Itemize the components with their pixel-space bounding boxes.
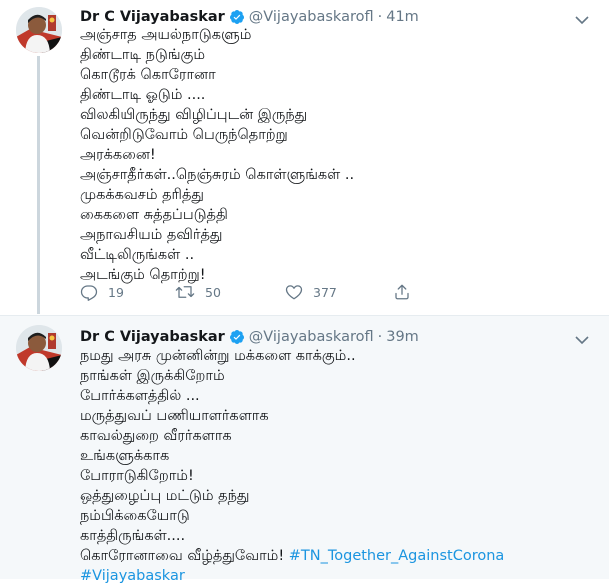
tweet-text-line: நாங்கள் இருக்கிறோம் <box>80 368 225 384</box>
timestamp[interactable]: 41m <box>386 9 419 25</box>
author-name[interactable]: Dr C Vijayabaskar <box>80 329 225 345</box>
reply-count: 19 <box>108 284 124 300</box>
reply-button[interactable]: 19 <box>80 283 175 301</box>
retweet-icon <box>175 283 195 301</box>
tweet[interactable]: Dr C Vijayabaskar @Vijayabaskarofl · 41m… <box>0 0 609 316</box>
reply-icon <box>80 283 98 301</box>
like-count: 377 <box>313 284 337 300</box>
tweet-text-line: போர்க்களத்தில் ... <box>80 388 200 404</box>
author-handle[interactable]: @Vijayabaskarofl <box>249 329 374 345</box>
tweet-text-line: காத்திருங்கள்.... <box>80 528 186 544</box>
tweet-text-line: அஞ்சாத அயல்நாடுகளும் <box>80 27 252 43</box>
retweet-button[interactable]: 50 <box>175 283 285 301</box>
tweet-text-line: மருத்துவப் பணியாளர்களாக <box>80 408 269 424</box>
share-icon <box>393 283 411 301</box>
tweet[interactable]: Dr C Vijayabaskar @Vijayabaskarofl · 39m… <box>0 316 609 584</box>
separator-dot: · <box>377 329 383 345</box>
tweet-text-line: கைகளை சுத்தப்படுத்தி <box>80 207 228 223</box>
tweet-text: நமது அரசு முன்னின்று மக்களை காக்கும்.. ந… <box>80 346 590 586</box>
hashtag-link[interactable]: #TN_Together_AgainstCorona <box>289 548 505 564</box>
author-handle[interactable]: @Vijayabaskarofl <box>249 9 374 25</box>
tweet-text-segment: கொரோனாவை வீழ்த்துவோம்! <box>80 548 285 564</box>
tweet-text-line: கொடூரக் கொரோனா <box>80 67 216 83</box>
share-button[interactable] <box>393 283 411 301</box>
tweet-text-line: முகக்கவசம் தரித்து <box>80 187 205 203</box>
tweet-text: அஞ்சாத அயல்நாடுகளும் திண்டாடி நடுங்கும் … <box>80 25 590 285</box>
tweet-text-line: உங்களுக்காக <box>80 448 170 464</box>
tweet-text-line: வென்றிடுவோம் பெருந்தொற்று <box>80 127 288 143</box>
tweet-text-line: அரக்கனை! <box>80 147 156 163</box>
like-button[interactable]: 377 <box>285 283 393 301</box>
retweet-count: 50 <box>205 284 221 300</box>
avatar[interactable] <box>16 325 62 371</box>
tweet-text-line: திண்டாடி ஓடும் .... <box>80 87 206 103</box>
separator-dot: · <box>377 9 383 25</box>
tweet-text-line: காவல்துறை வீரர்களாக <box>80 428 232 444</box>
author-name[interactable]: Dr C Vijayabaskar <box>80 9 225 25</box>
tweet-text-line: வீட்டிலிருங்கள் .. <box>80 247 195 263</box>
tweet-text-line: திண்டாடி நடுங்கும் <box>80 47 206 63</box>
tweet-text-line: அஞ்சாதீர்கள்..நெஞ்சுரம் கொள்ளுங்கள் .. <box>80 167 355 183</box>
verified-badge-icon <box>229 9 245 25</box>
tweet-text-line: விலகியிருந்து விழிப்புடன் இருந்து <box>80 107 308 123</box>
tweet-text-line: நம்பிக்கையோடு <box>80 508 190 524</box>
thread-connector-line <box>37 56 40 314</box>
verified-badge-icon <box>229 329 245 345</box>
tweet-text-line: கொரோனாவை வீழ்த்துவோம்! #TN_Together_Agai… <box>80 546 590 566</box>
tweet-actions: 19 50 377 <box>80 283 411 301</box>
tweet-text-line: போராடுகிறோம்! <box>80 468 194 484</box>
tweet-text-line: அடங்கும் தொற்று! <box>80 267 206 283</box>
tweet-text-line: நமது அரசு முன்னின்று மக்களை காக்கும்.. <box>80 348 356 364</box>
hashtag-link[interactable]: #Vijayabaskar <box>80 568 185 584</box>
like-icon <box>285 283 303 301</box>
timestamp[interactable]: 39m <box>386 329 419 345</box>
tweet-text-line: #Vijayabaskar <box>80 566 590 586</box>
tweet-text-line: ஒத்துழைப்பு மட்டும் தந்து <box>80 488 250 504</box>
tweet-text-line: அநாவசியம் தவிர்த்து <box>80 227 223 243</box>
tweet-thread: Dr C Vijayabaskar @Vijayabaskarofl · 41m… <box>0 0 609 584</box>
avatar[interactable] <box>16 7 62 53</box>
